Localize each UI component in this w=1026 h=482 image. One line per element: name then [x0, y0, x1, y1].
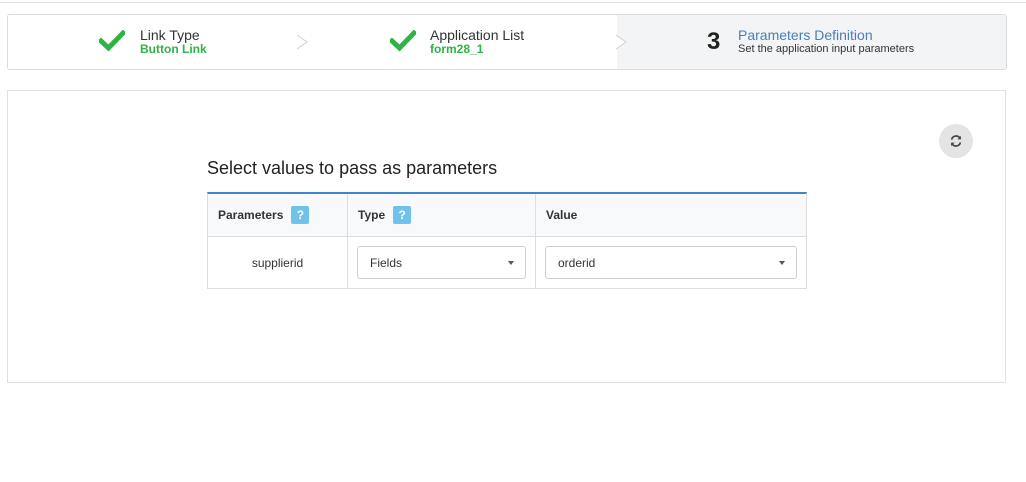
type-help-badge[interactable]: ? — [393, 206, 412, 224]
step-title: Link Type — [140, 27, 200, 43]
parameters-table: Parameters ? Type ? Value supplierid Fie… — [207, 192, 807, 289]
refresh-icon — [950, 135, 962, 147]
wizard-steps: Link Type Button Link Application List f… — [7, 14, 1007, 70]
table-header-row: Parameters ? Type ? Value — [208, 194, 806, 237]
section-title: Select values to pass as parameters — [207, 158, 498, 178]
type-select[interactable]: Fields — [357, 246, 526, 279]
step-separator-arrow — [616, 15, 627, 69]
step-link-type[interactable]: Link Type Button Link — [8, 15, 308, 69]
header-label: Type — [358, 208, 386, 222]
header-value: Value — [536, 194, 806, 236]
type-cell: Fields — [348, 237, 536, 288]
parameter-name: supplierid — [251, 255, 304, 270]
caret-down-icon — [779, 261, 785, 265]
step-subtitle: Button Link — [140, 42, 207, 56]
step-title: Application List — [430, 27, 525, 43]
table-row: supplierid Fields orderid — [208, 237, 806, 289]
caret-down-icon — [508, 261, 514, 265]
step-description: Set the application input parameters — [738, 43, 915, 55]
parameters-panel: Select values to pass as parameters Para… — [7, 90, 1006, 383]
header-label: Value — [546, 208, 578, 222]
check-icon — [390, 30, 416, 52]
value-cell: orderid — [536, 237, 806, 288]
parameter-cell: supplierid — [208, 237, 348, 288]
parameters-help-badge[interactable]: ? — [291, 206, 310, 224]
value-select[interactable]: orderid — [545, 246, 797, 279]
value-select-value: orderid — [558, 255, 596, 270]
header-label: Parameters — [218, 208, 284, 222]
header-type: Type ? — [348, 194, 536, 236]
step-title: Parameters Definition — [738, 27, 873, 43]
step-separator-arrow — [297, 15, 308, 69]
step-number: 3 — [707, 28, 721, 55]
top-divider — [0, 2, 1026, 3]
step-subtitle: form28_1 — [430, 42, 484, 56]
type-select-value: Fields — [370, 255, 403, 270]
step-parameters-definition[interactable]: 3 Parameters Definition Set the applicat… — [617, 15, 1006, 69]
refresh-button[interactable] — [939, 124, 973, 158]
check-icon — [99, 30, 125, 52]
header-parameters: Parameters ? — [208, 194, 348, 236]
step-application-list[interactable]: Application List form28_1 — [298, 15, 627, 69]
